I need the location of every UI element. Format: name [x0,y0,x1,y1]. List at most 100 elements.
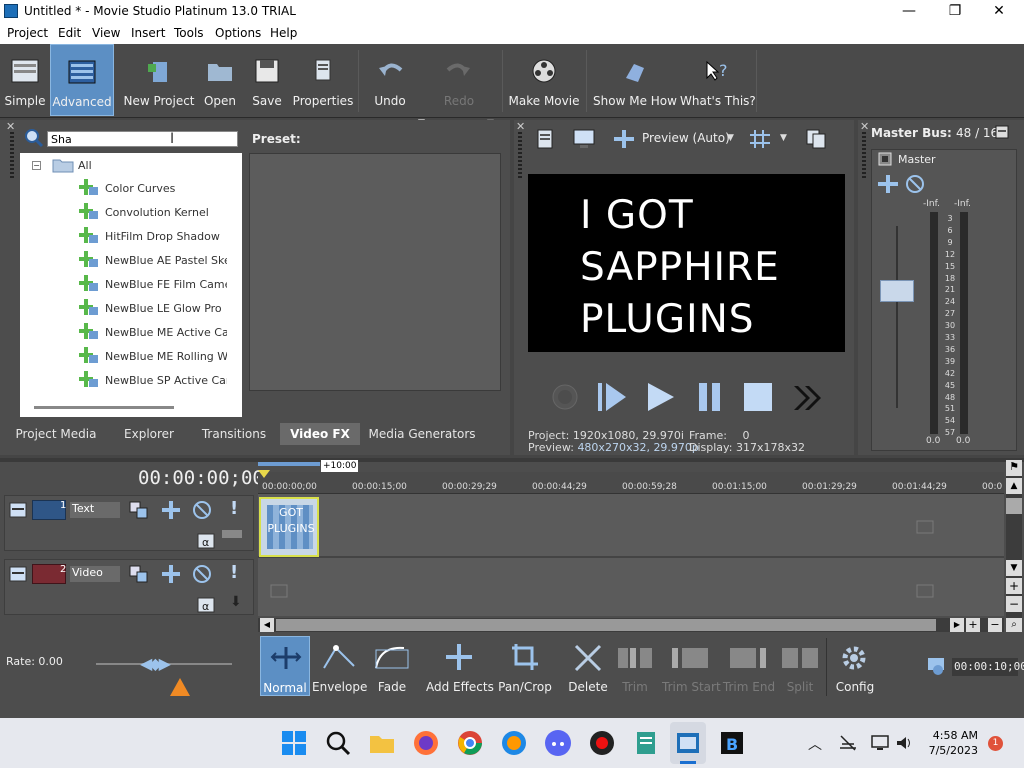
stop-button[interactable] [742,380,774,414]
track-level-slider[interactable] [222,530,242,538]
preview-properties-icon[interactable] [534,128,556,150]
menu-tools[interactable]: Tools [174,26,204,40]
scroll-right-button[interactable]: ▶ [950,618,964,632]
zoom-in-button[interactable]: + [1006,578,1022,594]
magnifier-icon[interactable]: ⌕ [1006,618,1022,632]
track-level-arrow-icon[interactable]: ⬇ [230,594,242,610]
delete-button[interactable]: Delete [566,636,610,696]
make-movie-button[interactable]: Make Movie [508,44,580,116]
redo-button[interactable]: Redo [436,44,482,116]
panel-close-icon[interactable]: ✕ [6,120,15,133]
master-properties-icon[interactable] [994,124,1010,140]
fx-tree-item[interactable]: NewBlue AE Pastel Sketch [105,254,227,267]
new-project-button[interactable]: New Project [122,44,196,116]
scroll-down-button[interactable]: ▼ [1006,560,1022,576]
fx-tree-item[interactable]: NewBlue ME Rolling Wave [105,350,227,363]
save-button[interactable]: Save [246,44,288,116]
advanced-button[interactable]: Advanced [50,44,114,116]
minimize-button[interactable]: — [886,0,932,24]
scroll-thumb[interactable] [1006,498,1022,514]
close-button[interactable]: ✕ [976,0,1022,24]
fx-tree-item[interactable]: NewBlue ME Active Came [105,326,227,339]
external-monitor-icon[interactable] [572,128,596,150]
show-me-how-button[interactable]: Show Me How [592,44,678,116]
master-fx-icon[interactable] [878,152,892,166]
envelope-edit-tool-button[interactable]: Envelope [312,636,367,696]
search-icon[interactable] [324,729,352,757]
panel-divider[interactable] [0,458,1024,462]
pause-button[interactable] [696,380,724,414]
copy-snapshot-icon[interactable] [804,128,828,150]
preset-list[interactable] [249,153,501,391]
shuttle-marker[interactable] [170,678,190,696]
text-clip[interactable]: GOT PLUGINS [259,497,319,557]
h-scroll-thumb[interactable] [276,619,936,631]
menu-edit[interactable]: Edit [58,26,81,40]
fx-tree-item[interactable]: NewBlue FE Film Camera [105,278,227,291]
panel-grip[interactable] [862,132,866,180]
notepad-icon[interactable] [632,729,660,757]
fx-tree-item[interactable]: HitFilm Drop Shadow [105,230,227,243]
taskbar-clock[interactable]: 4:58 AM 7/5/2023 [928,729,978,757]
compositing-mode-icon[interactable] [128,500,150,520]
normal-edit-tool-button[interactable]: Normal [260,636,310,696]
tab-transitions[interactable]: Transitions [200,423,268,445]
pan-crop-button[interactable]: Pan/Crop [496,636,554,696]
split-button[interactable]: Split [778,636,822,696]
display-icon[interactable] [870,734,890,752]
undo-button[interactable]: Undo [366,44,414,116]
play-button[interactable] [644,380,676,414]
timeline-timecode[interactable]: 00:00:00;00 [138,467,264,489]
tab-video-fx[interactable]: Video FX [280,423,360,445]
fx-tree-item[interactable]: Color Curves [105,182,227,195]
menu-options[interactable]: Options [215,26,261,40]
panel-close-icon[interactable]: ✕ [516,120,525,133]
solo-icon[interactable]: ! [230,498,238,519]
h-zoom-out-button[interactable]: − [988,618,1002,632]
obs-recorder-icon[interactable] [588,729,616,757]
menu-view[interactable]: View [92,26,120,40]
maximize-button[interactable]: ❐ [932,0,978,24]
config-button[interactable]: Config [832,636,878,696]
chevron-down-icon[interactable]: ▼ [780,133,787,143]
solo-icon[interactable]: ! [230,562,238,583]
panel-grip[interactable] [10,132,14,180]
master-volume-fader[interactable] [880,280,914,302]
menu-help[interactable]: Help [270,26,297,40]
menu-project[interactable]: Project [7,26,48,40]
split-screen-icon[interactable] [612,128,636,150]
fx-tree-item[interactable]: Convolution Kernel [105,206,227,219]
track-fx-icon[interactable] [160,500,182,520]
mute-icon[interactable] [192,500,212,520]
movie-studio-icon[interactable] [674,729,702,757]
track-name[interactable]: Video [70,566,120,582]
firefox-icon[interactable] [412,729,440,757]
mute-icon[interactable] [905,174,925,194]
overlays-grid-icon[interactable] [748,128,772,150]
vegas-b-icon[interactable]: B [718,729,746,757]
fx-tree-item[interactable]: NewBlue SP Active Came [105,374,227,387]
track-expand-icon[interactable] [8,500,28,520]
discord-icon[interactable] [544,729,572,757]
menu-insert[interactable]: Insert [131,26,165,40]
trim-button[interactable]: Trim [614,636,656,696]
parent-compositing-icon[interactable]: α [196,596,216,614]
compositing-mode-icon[interactable] [128,564,150,584]
file-explorer-icon[interactable] [368,729,396,757]
preview-quality-select[interactable]: Preview (Auto) [642,131,730,145]
tab-project-media[interactable]: Project Media [14,423,98,445]
trim-end-button[interactable]: Trim End [722,636,776,696]
track-area[interactable] [258,494,1004,616]
selection-length-display[interactable]: 00:00:10;00 [952,658,1024,676]
windows-start-icon[interactable] [280,729,308,757]
h-zoom-in-button[interactable]: + [966,618,980,632]
tab-media-generators[interactable]: Media Generators [366,423,478,445]
loop-region-bar[interactable] [258,462,320,466]
volume-icon[interactable] [894,734,914,752]
notification-badge[interactable]: 1 [988,736,1003,751]
track-name[interactable]: Text [70,502,120,518]
open-button[interactable]: Open [198,44,242,116]
trim-start-button[interactable]: Trim Start [662,636,721,696]
go-to-end-button[interactable] [792,384,822,412]
cursor-marker[interactable] [258,470,270,478]
